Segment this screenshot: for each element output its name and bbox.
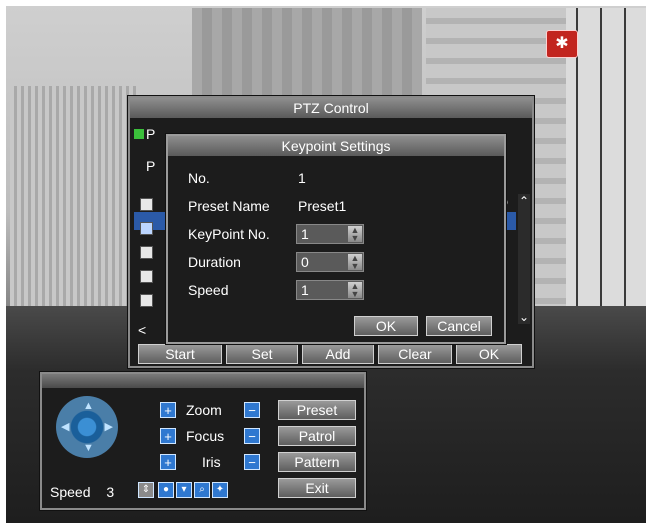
record-icon: ✱: [546, 30, 578, 58]
keypoint-no-spinner[interactable]: 1 ▲ ▼: [296, 224, 364, 244]
keypoint-no-label: KeyPoint No.: [188, 226, 270, 242]
ok-button[interactable]: OK: [456, 344, 522, 364]
iris-close-icon[interactable]: −: [244, 454, 260, 470]
panel-speed-label: Speed: [50, 484, 91, 500]
scroll-down-icon[interactable]: ⌄: [519, 310, 529, 324]
zoom-out-icon[interactable]: −: [244, 402, 260, 418]
duration-label: Duration: [188, 254, 241, 270]
keypoint-settings-dialog: Keypoint Settings No. 1 Preset Name Pres…: [166, 134, 506, 344]
speed-label: Speed: [188, 282, 229, 298]
no-label: No.: [188, 170, 210, 186]
focus-far-icon[interactable]: −: [244, 428, 260, 444]
spinner-arrows-icon[interactable]: ▲ ▼: [348, 282, 362, 299]
ptz-title: PTZ Control: [130, 98, 532, 118]
keypoint-cancel-button[interactable]: Cancel: [426, 316, 492, 336]
row-checkbox[interactable]: [140, 294, 153, 307]
zoom-label: Zoom: [186, 402, 222, 418]
preset-button[interactable]: Preset: [278, 400, 356, 420]
clear-button[interactable]: Clear: [378, 344, 452, 364]
wiper-icon[interactable]: ▾: [176, 482, 192, 498]
arrow-down-icon[interactable]: ▼: [83, 442, 94, 454]
keypoint-title: Keypoint Settings: [168, 136, 504, 156]
row-checkbox[interactable]: [140, 222, 153, 235]
duration-spinner[interactable]: 0 ▲ ▼: [296, 252, 364, 272]
iris-open-icon[interactable]: +: [160, 454, 176, 470]
spinner-arrows-icon[interactable]: ▲ ▼: [348, 226, 362, 243]
duration-value: 0: [301, 254, 309, 270]
focus-near-icon[interactable]: +: [160, 428, 176, 444]
keypoint-ok-button[interactable]: OK: [354, 316, 418, 336]
add-button[interactable]: Add: [302, 344, 374, 364]
start-button[interactable]: Start: [138, 344, 222, 364]
speed-row: Speed 3: [50, 484, 114, 500]
building-center: [192, 8, 422, 108]
row-checkbox[interactable]: [140, 246, 153, 259]
arrow-up-icon[interactable]: ▲: [83, 400, 94, 412]
row-checkbox[interactable]: [140, 270, 153, 283]
tab-partial-2[interactable]: P: [146, 158, 155, 174]
ptz-panel-titlebar[interactable]: [42, 374, 364, 388]
pattern-button[interactable]: Pattern: [278, 452, 356, 472]
tab-icon: [134, 129, 144, 139]
building-left: [10, 86, 140, 316]
focus-label: Focus: [186, 428, 225, 444]
tab-partial[interactable]: P: [134, 126, 155, 142]
spinner-arrows-icon[interactable]: ▲ ▼: [348, 254, 362, 271]
zoom-in-icon[interactable]: +: [160, 402, 176, 418]
speed-value: 1: [301, 282, 309, 298]
no-value: 1: [298, 170, 306, 186]
ptz-button-bar: Start Set Add Clear OK: [138, 344, 524, 364]
building-far-right: [566, 8, 646, 328]
direction-pad-icon[interactable]: ▲ ▼ ◀ ▶: [56, 396, 118, 458]
preset-name-label: Preset Name: [188, 198, 270, 214]
row-checkbox[interactable]: [140, 198, 153, 211]
scroll-up-icon[interactable]: ⌃: [519, 194, 529, 208]
auto-scan-icon[interactable]: ✦: [212, 482, 228, 498]
light-icon[interactable]: ●: [158, 482, 174, 498]
preset-name-value: Preset1: [298, 198, 347, 214]
zoom-search-icon[interactable]: ⌕: [194, 482, 210, 498]
speed-spinner[interactable]: 1 ▲ ▼: [296, 280, 364, 300]
exit-button[interactable]: Exit: [278, 478, 356, 498]
arrow-left-icon[interactable]: ◀: [61, 420, 69, 433]
panel-speed-value: 3: [106, 484, 115, 500]
keypoint-no-value: 1: [301, 226, 309, 242]
scroll-left-arrow[interactable]: <: [138, 322, 146, 338]
vertical-scrollbar[interactable]: ⌃ ⌄: [518, 194, 530, 324]
set-button[interactable]: Set: [226, 344, 298, 364]
patrol-button[interactable]: Patrol: [278, 426, 356, 446]
arrow-right-icon[interactable]: ▶: [105, 420, 113, 433]
ptz-panel: ▲ ▼ ◀ ▶ + Zoom − + Focus − + Iris − Pres…: [40, 372, 366, 510]
speed-spinner-icon[interactable]: ⇕: [138, 482, 154, 498]
iris-label: Iris: [202, 454, 221, 470]
